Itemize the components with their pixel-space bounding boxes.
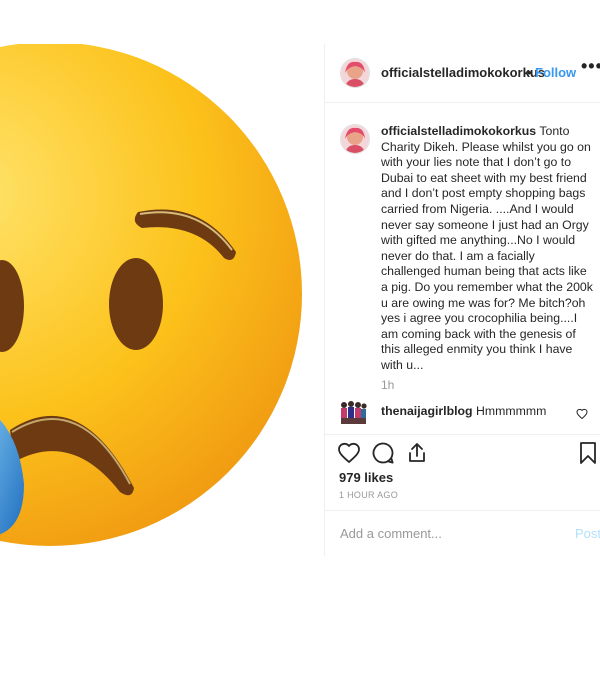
more-options-icon[interactable]: ••• — [581, 56, 600, 77]
comment-like-icon[interactable] — [576, 408, 588, 420]
separator-dot: • — [527, 65, 532, 80]
share-icon[interactable] — [405, 441, 429, 465]
caption-username[interactable]: officialstelladimokokorkus — [381, 124, 536, 138]
comment-text: thenaijagirlblog Hmmmmmm — [381, 404, 546, 418]
commenter-avatar[interactable] — [338, 398, 368, 428]
add-comment-bar: Post — [325, 510, 600, 557]
comment-username[interactable]: thenaijagirlblog — [381, 404, 473, 418]
caption-text: Tonto Charity Dikeh. Please whilst you g… — [381, 124, 593, 372]
avatar[interactable] — [340, 124, 370, 154]
add-comment-input[interactable] — [338, 525, 542, 542]
like-icon[interactable] — [337, 441, 361, 465]
post-caption: officialstelladimokokorkus Tonto Charity… — [381, 124, 595, 374]
follow-button[interactable]: Follow — [535, 65, 576, 80]
caption-timestamp[interactable]: 1h — [381, 378, 394, 392]
post-header: officialstelladimokokorkus • Follow ••• — [325, 44, 600, 103]
comments-section: officialstelladimokokorkus Tonto Charity… — [325, 102, 600, 434]
sad-face-emoji-icon — [0, 44, 302, 546]
post-timestamp[interactable]: 1 HOUR AGO — [339, 490, 398, 500]
avatar[interactable] — [340, 58, 370, 88]
post-media — [0, 44, 324, 556]
action-bar — [325, 434, 600, 471]
post-author-username[interactable]: officialstelladimokokorkus — [381, 65, 545, 80]
post-comment-button[interactable]: Post — [575, 526, 600, 541]
comment-body: Hmmmmmm — [475, 404, 547, 418]
post-panel: officialstelladimokokorkus • Follow ••• … — [324, 44, 600, 556]
save-bookmark-icon[interactable] — [578, 441, 598, 465]
comment-icon[interactable] — [371, 441, 395, 465]
likes-count[interactable]: 979 likes — [339, 470, 393, 485]
